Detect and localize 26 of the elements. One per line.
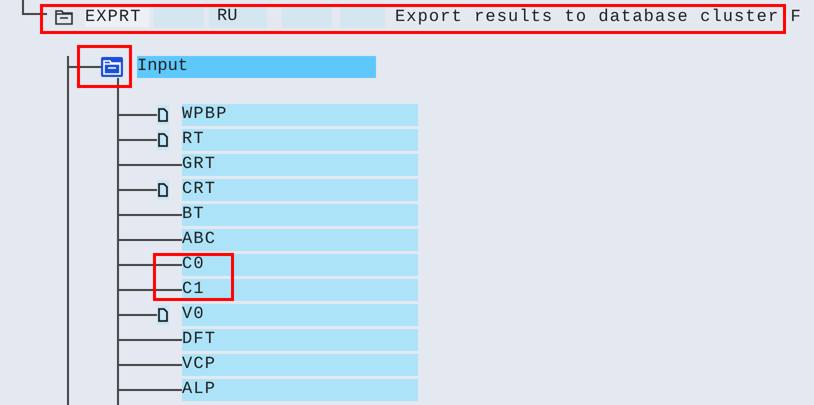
node-label[interactable]: WPBP xyxy=(182,104,418,126)
node-description: Export results to database cluster F xyxy=(395,8,802,26)
empty-cell xyxy=(154,6,204,28)
folder-icon xyxy=(55,9,73,25)
folder-icon xyxy=(103,59,121,75)
node-label[interactable]: RT xyxy=(182,128,418,150)
node-label[interactable]: Input xyxy=(137,56,376,78)
node-label[interactable]: ALP xyxy=(182,378,418,400)
node-label[interactable]: CRT xyxy=(182,178,418,200)
node-code: RU xyxy=(209,6,267,28)
node-label[interactable]: GRT xyxy=(182,154,418,176)
node-label[interactable]: C0 xyxy=(182,254,418,276)
node-label[interactable]: ABC xyxy=(182,228,418,250)
document-icon xyxy=(157,104,169,124)
document-icon xyxy=(157,304,169,324)
node-label[interactable]: BT xyxy=(182,204,418,226)
node-label[interactable]: V0 xyxy=(182,304,418,326)
node-label[interactable]: VCP xyxy=(182,354,418,376)
empty-cell xyxy=(282,6,332,28)
node-label[interactable]: C1 xyxy=(182,278,418,300)
tree-connector-line xyxy=(22,0,47,15)
empty-cell xyxy=(340,6,385,28)
node-label[interactable]: DFT xyxy=(182,328,418,350)
node-name: EXPRT xyxy=(85,8,149,26)
document-icon xyxy=(157,180,169,200)
document-icon xyxy=(157,130,169,150)
